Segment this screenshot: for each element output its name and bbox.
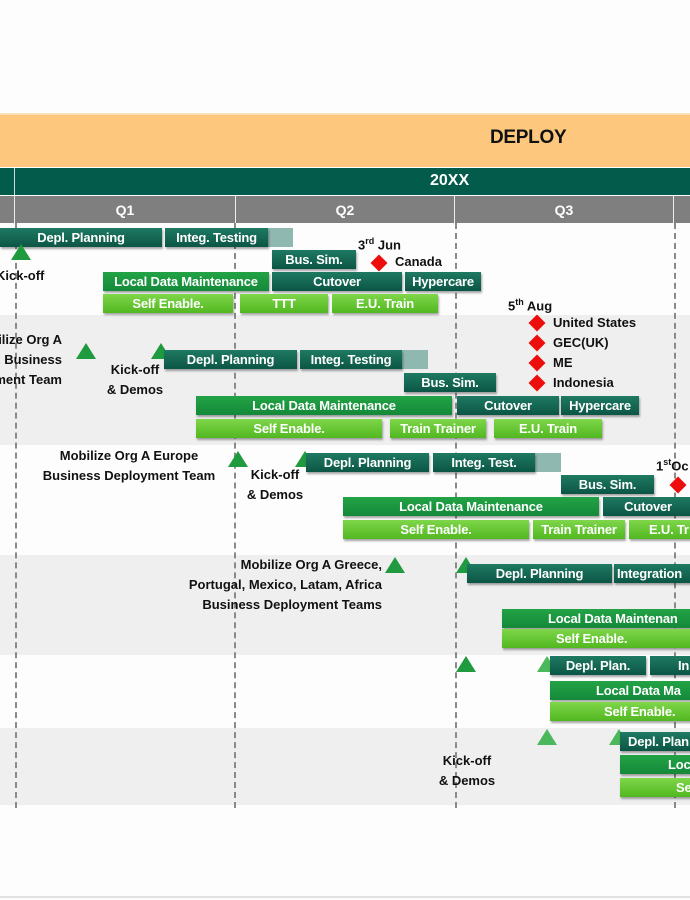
task-cutover[interactable]: Cutover [603,497,690,516]
quarter-divider [15,223,17,808]
task-self-enable[interactable]: Self Enable. [196,419,382,438]
quarter-divider [234,223,236,808]
milestone-triangle-icon [76,343,96,359]
task-self-enable[interactable]: Self Enable. [550,702,690,721]
task-ttt[interactable]: TTT [240,294,328,313]
team-label: ilize Org A E Business ment Team [0,332,62,387]
task-bus-sim[interactable]: Bus. Sim. [272,250,356,269]
golive-country: GEC(UK) [553,335,609,350]
phase-title: DEPLOY [490,127,567,148]
golive-country: Canada [395,254,442,269]
task-hypercare[interactable]: Hypercare [561,396,639,415]
task-depl-planning[interactable]: Depl. Planning [164,350,297,369]
year-label: 20XX [430,172,470,189]
task-self-enable[interactable]: Self Enable. [103,294,233,313]
quarter-q1: Q1 [14,196,235,223]
task-eu-train[interactable]: E.U. Train [332,294,438,313]
task-cutover[interactable]: Cutover [457,396,559,415]
milestone-triangle-icon [456,656,476,672]
milestone-label: Kick-off & Demos [438,753,496,788]
task-local-data-maintenance[interactable]: Loc [620,755,690,774]
milestone-label: Kick-off [0,268,45,283]
quarter-q3: Q3 [454,196,673,223]
task-depl-plan[interactable]: Depl. Plan [620,732,690,751]
task-eu-train[interactable]: E.U. Tr [629,520,690,539]
quarter-q4 [673,196,690,223]
task-integ-testing[interactable]: Integ. Testing [165,228,268,247]
task-self-enable[interactable]: Self Enable. [343,520,529,539]
task-integ[interactable]: In [650,656,690,675]
task-eu-train[interactable]: E.U. Train [494,419,602,438]
task-bus-sim[interactable]: Bus. Sim. [561,475,654,494]
team-label: Mobilize Org A Europe Business Deploymen… [42,448,216,483]
task-local-data-maintenance[interactable]: Local Data Maintenance [343,497,599,516]
golive-country: Indonesia [553,375,614,390]
slide-bottom-border [0,896,690,898]
golive-date: 5th Aug [508,297,553,314]
task-train-trainer[interactable]: Train Trainer [390,419,486,438]
task-local-data-maintenance[interactable]: Local Data Maintenan [502,609,690,628]
golive-country: ME [553,355,573,370]
task-integ-testing[interactable]: Integ. Testing [300,350,402,369]
task-integ-test[interactable]: Integ. Test. [433,453,535,472]
task-depl-plan[interactable]: Depl. Plan. [550,656,646,675]
milestone-label: Kick-off & Demos [246,467,304,502]
milestone-triangle-icon [537,729,557,745]
task-local-data-maintenance[interactable]: Local Data Ma [550,681,690,700]
row-band-6 [0,728,690,805]
quarter-q2: Q2 [235,196,454,223]
task-cutover[interactable]: Cutover [272,272,402,291]
task-train-trainer[interactable]: Train Trainer [533,520,625,539]
phase-header: DEPLOY [0,113,690,167]
task-bus-sim[interactable]: Bus. Sim. [404,373,496,392]
task-hypercare[interactable]: Hypercare [405,272,481,291]
team-label: Mobilize Org A Greece, Portugal, Mexico,… [188,557,382,612]
task-integration[interactable]: Integration [614,564,690,583]
milestone-triangle-icon [385,557,405,573]
milestone-label: Kick-off & Demos [106,362,164,397]
year-bar: 20XX [0,168,690,195]
task-depl-planning[interactable]: Depl. Planning [467,564,612,583]
task-self-enable[interactable]: Se [620,778,690,797]
golive-country: United States [553,315,637,330]
task-local-data-maintenance[interactable]: Local Data Maintenance [103,272,269,291]
milestone-triangle-icon [11,244,31,260]
golive-date: 1stOc [656,457,689,474]
task-self-enable[interactable]: Self Enable. [502,629,690,648]
task-depl-planning[interactable]: Depl. Planning [306,453,429,472]
quarter-bar: Q1 Q2 Q3 [0,196,690,223]
task-local-data-maintenance[interactable]: Local Data Maintenance [196,396,452,415]
